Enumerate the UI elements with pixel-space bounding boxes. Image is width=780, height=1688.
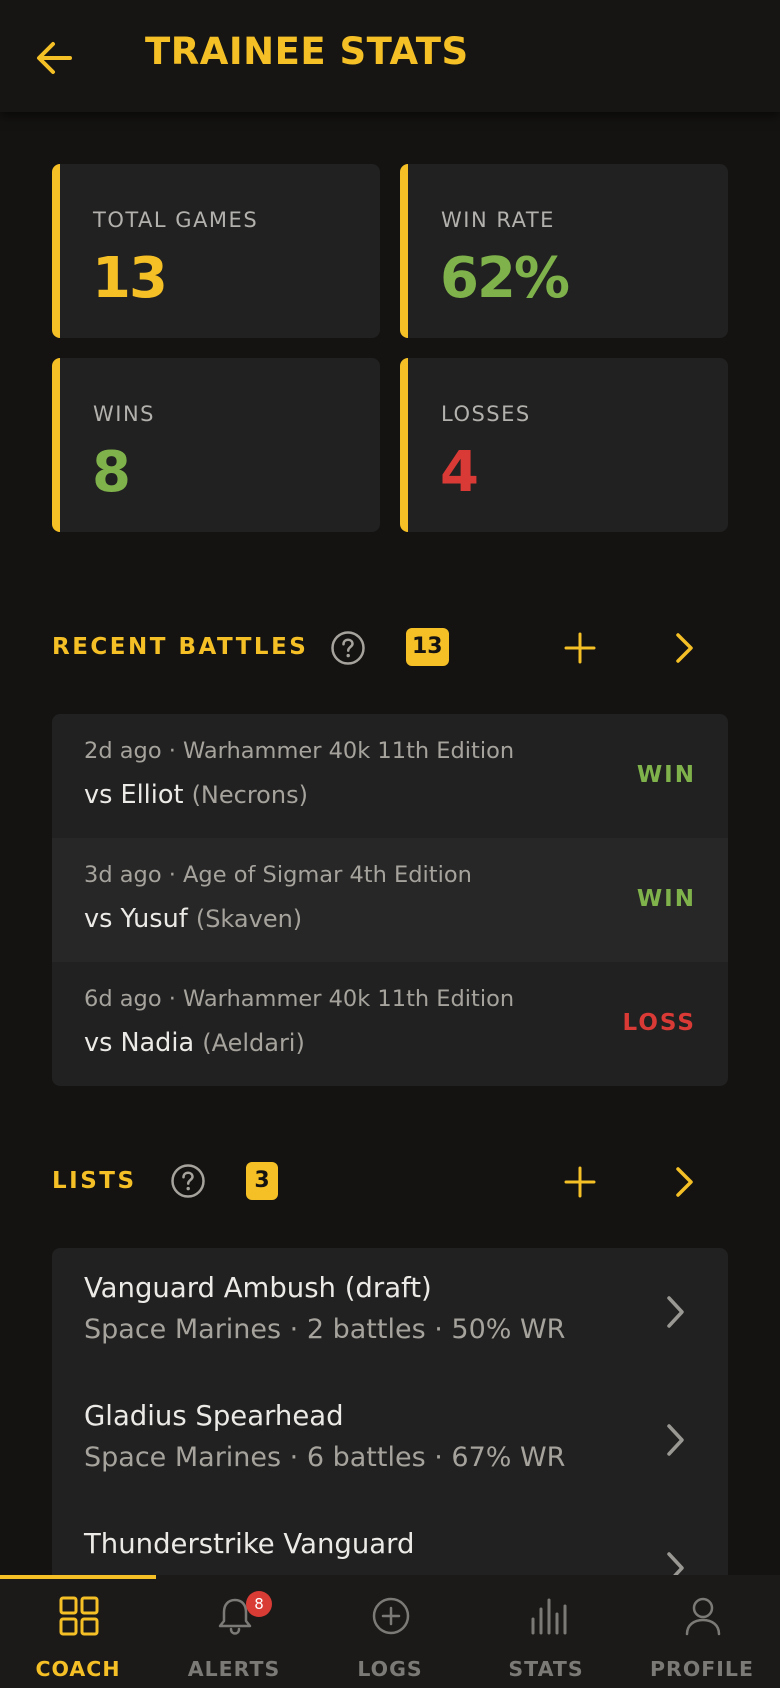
battle-result: WIN (636, 762, 696, 788)
alerts-badge: 8 (246, 1591, 272, 1617)
add-battle-button[interactable] (560, 628, 600, 668)
recent-battles-list: 2d ago · Warhammer 40k 11th Edition vs E… (52, 714, 728, 1086)
view-all-battles-chevron-icon[interactable] (664, 628, 704, 668)
grid-icon (59, 1596, 99, 1636)
arrow-left-icon[interactable] (32, 34, 80, 82)
stat-value: 8 (92, 440, 131, 505)
stat-label: TOTAL GAMES (93, 208, 259, 232)
nav-tab-coach[interactable]: COACH (0, 1575, 156, 1688)
nav-label: ALERTS (187, 1657, 281, 1681)
bottom-navigation: COACH 8 ALERTS LOGS STATS PROFILE (0, 1575, 780, 1688)
list-name: Thunderstrike Vanguard (84, 1528, 415, 1560)
battle-row[interactable]: 2d ago · Warhammer 40k 11th Edition vs E… (52, 714, 728, 838)
nav-label: COACH (35, 1657, 121, 1681)
stat-value: 13 (92, 246, 168, 311)
stat-card-total-games: TOTAL GAMES 13 (52, 164, 380, 338)
stat-card-win-rate: WIN RATE 62% (400, 164, 728, 338)
chevron-right-icon (667, 1552, 684, 1575)
opponent-faction: (Necrons) (191, 781, 308, 809)
battle-meta: 2d ago · Warhammer 40k 11th Edition (84, 738, 515, 764)
plus-circle-icon (372, 1597, 410, 1635)
top-app-bar: TRAINEE STATS (0, 0, 780, 112)
lists-count-badge: 3 (246, 1162, 278, 1200)
chevron-right-icon (667, 1296, 684, 1328)
stat-card-wins: WINS 8 (52, 358, 380, 532)
list-summary: Space Marines · 2 battles · 50% WR (84, 1314, 566, 1345)
nav-tab-alerts[interactable]: 8 ALERTS (156, 1575, 312, 1688)
battle-result: WIN (636, 886, 696, 912)
page-title: TRAINEE STATS (145, 30, 469, 73)
recent-battles-count-badge: 13 (406, 628, 449, 666)
lists-title: LISTS (52, 1168, 137, 1194)
stat-label: WIN RATE (441, 208, 555, 232)
nav-tab-profile[interactable]: PROFILE (624, 1575, 780, 1688)
nav-tab-logs[interactable]: LOGS (312, 1575, 468, 1688)
opponent-faction: (Skaven) (195, 905, 303, 933)
battle-row[interactable]: 6d ago · Warhammer 40k 11th Edition vs N… (52, 962, 728, 1086)
bar-chart-icon (531, 1598, 567, 1635)
stat-card-losses: LOSSES 4 (400, 358, 728, 532)
opponent-name: vs Elliot (84, 780, 184, 810)
recent-battles-title: RECENT BATTLES (52, 634, 309, 660)
list-name: Vanguard Ambush (draft) (84, 1272, 432, 1304)
stat-value: 62% (440, 246, 570, 311)
battle-opponent: vs Yusuf (Skaven) (84, 904, 302, 934)
stat-label: LOSSES (441, 402, 531, 426)
help-icon[interactable] (330, 630, 366, 666)
battle-opponent: vs Nadia (Aeldari) (84, 1028, 305, 1058)
chevron-right-icon (667, 1424, 684, 1456)
help-icon[interactable] (170, 1163, 206, 1199)
list-item[interactable]: Vanguard Ambush (draft) Space Marines · … (52, 1248, 728, 1376)
battle-row[interactable]: 3d ago · Age of Sigmar 4th Edition vs Yu… (52, 838, 728, 962)
list-item[interactable]: Thunderstrike Vanguard (52, 1504, 728, 1575)
nav-label: LOGS (357, 1657, 423, 1681)
add-list-button[interactable] (560, 1162, 600, 1202)
opponent-name: vs Yusuf (84, 904, 188, 934)
nav-tab-stats[interactable]: STATS (468, 1575, 624, 1688)
battle-opponent: vs Elliot (Necrons) (84, 780, 308, 810)
view-all-lists-chevron-icon[interactable] (664, 1162, 704, 1202)
nav-label: PROFILE (650, 1657, 754, 1681)
army-lists: Vanguard Ambush (draft) Space Marines · … (52, 1248, 728, 1575)
list-name: Gladius Spearhead (84, 1400, 344, 1432)
battle-result: LOSS (622, 1010, 696, 1036)
opponent-name: vs Nadia (84, 1028, 195, 1058)
opponent-faction: (Aeldari) (202, 1029, 305, 1057)
list-item[interactable]: Gladius Spearhead Space Marines · 6 batt… (52, 1376, 728, 1504)
nav-label: STATS (508, 1657, 584, 1681)
main-content: TOTAL GAMES 13 WIN RATE 62% WINS 8 LOSSE… (0, 0, 780, 1575)
list-summary: Space Marines · 6 battles · 67% WR (84, 1442, 566, 1473)
stat-value: 4 (440, 440, 479, 505)
battle-meta: 6d ago · Warhammer 40k 11th Edition (84, 986, 515, 1012)
stat-label: WINS (93, 402, 155, 426)
battle-meta: 3d ago · Age of Sigmar 4th Edition (84, 862, 472, 888)
user-icon (685, 1597, 721, 1636)
